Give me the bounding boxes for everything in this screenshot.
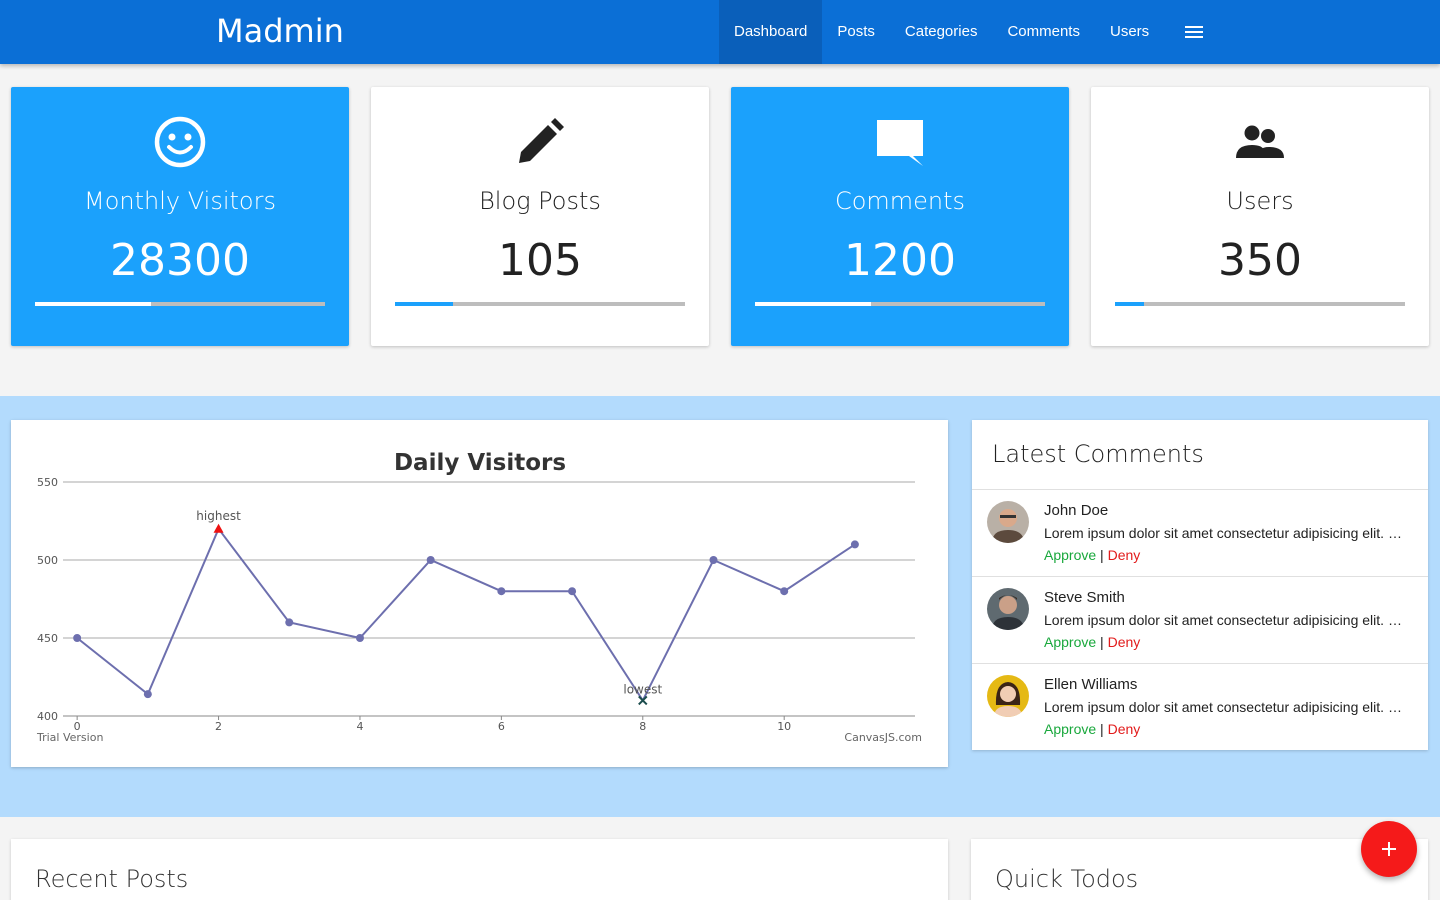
- data-point: [73, 634, 82, 642]
- stat-card-blog-posts: Blog Posts 105: [371, 87, 709, 346]
- series-line: [76, 526, 856, 703]
- stat-progress-fill: [1115, 302, 1144, 306]
- recent-posts-title: Recent Posts: [35, 865, 189, 893]
- data-point: [426, 556, 435, 564]
- comment-text: Lorem ipsum dolor sit amet consectetur a…: [1044, 525, 1404, 541]
- stat-progress-bar: [35, 302, 325, 306]
- quick-todos-card: Quick Todos: [971, 839, 1428, 900]
- x-tick-label: 2: [215, 720, 222, 733]
- comment-item: Ellen Williams Lorem ipsum dolor sit ame…: [972, 664, 1428, 751]
- top-app-bar: Madmin Dashboard Posts Categories Commen…: [0, 0, 1440, 64]
- x-tick-label: 4: [356, 720, 363, 733]
- comments-title: Latest Comments: [992, 440, 1204, 468]
- separator: |: [1100, 547, 1104, 563]
- chart-footer-right[interactable]: CanvasJS.com: [844, 731, 922, 744]
- comment-author: John Doe: [1044, 502, 1109, 519]
- quick-todos-title: Quick Todos: [995, 865, 1139, 893]
- stat-value: 28300: [110, 235, 250, 286]
- data-point: [497, 587, 506, 596]
- deny-link[interactable]: Deny: [1108, 721, 1141, 737]
- comment-actions: Approve | Deny: [1044, 721, 1140, 737]
- deny-link[interactable]: Deny: [1108, 634, 1141, 650]
- stat-value: 350: [1218, 235, 1302, 286]
- main-nav: Dashboard Posts Categories Comments User…: [719, 0, 1224, 64]
- chat-bubble-icon: [731, 115, 1069, 171]
- deny-link[interactable]: Deny: [1108, 547, 1141, 563]
- stat-title: Users: [1226, 187, 1294, 215]
- comment-author: Steve Smith: [1044, 589, 1125, 606]
- y-tick-label: 500: [37, 554, 58, 567]
- separator: |: [1100, 634, 1104, 650]
- stat-value: 1200: [844, 235, 956, 286]
- comment-item: Steve Smith Lorem ipsum dolor sit amet c…: [972, 577, 1428, 664]
- users-icon: [1091, 115, 1429, 171]
- nav-item-posts[interactable]: Posts: [822, 0, 890, 64]
- comment-item: John Doe Lorem ipsum dolor sit amet cons…: [972, 490, 1428, 577]
- stat-progress-bar: [395, 302, 685, 306]
- x-tick-label: 6: [498, 720, 505, 733]
- stat-progress-fill: [755, 302, 871, 306]
- comment-actions: Approve | Deny: [1044, 547, 1140, 563]
- stat-progress-bar: [755, 302, 1045, 306]
- chart-footer-left: Trial Version: [36, 731, 103, 744]
- comment-text: Lorem ipsum dolor sit amet consectetur a…: [1044, 699, 1404, 715]
- highest-label: highest: [196, 509, 241, 523]
- chart-title: Daily Visitors: [394, 450, 566, 476]
- avatar: [987, 588, 1029, 630]
- stat-title: Monthly Visitors: [84, 187, 276, 215]
- stat-progress-fill: [35, 302, 151, 306]
- daily-visitors-chart[interactable]: Daily Visitors 4004505005500 2 4 6 8 10 highe…: [11, 420, 948, 767]
- pencil-icon: [371, 115, 709, 171]
- lowest-marker: [638, 695, 648, 706]
- data-point: [709, 556, 718, 564]
- y-tick-label: 400: [37, 710, 58, 723]
- stat-card-users: Users 350: [1091, 87, 1429, 346]
- comment-author: Ellen Williams: [1044, 676, 1138, 693]
- chart-series-line: [76, 526, 856, 703]
- add-fab-button[interactable]: [1361, 821, 1417, 877]
- nav-item-categories[interactable]: Categories: [890, 0, 993, 64]
- data-point: [143, 690, 152, 699]
- y-tick-label: 450: [37, 632, 58, 645]
- data-point: [285, 618, 294, 627]
- stat-title: Comments: [834, 187, 966, 215]
- nav-item-dashboard[interactable]: Dashboard: [719, 0, 823, 64]
- chart-grid: [63, 481, 915, 717]
- latest-comments-card: Latest Comments John Doe Lorem ipsum dol…: [972, 420, 1428, 750]
- separator: |: [1100, 721, 1104, 737]
- stat-card-monthly-visitors: Monthly Visitors 28300: [11, 87, 349, 346]
- stat-title: Blog Posts: [479, 187, 601, 215]
- stat-value: 105: [498, 235, 582, 286]
- chart-annotations: highest lowest: [196, 509, 662, 697]
- approve-link[interactable]: Approve: [1044, 634, 1096, 650]
- smiley-icon: [11, 115, 349, 171]
- x-tick-label: 8: [639, 720, 646, 733]
- y-tick-label: 550: [37, 476, 58, 489]
- stat-progress-fill: [395, 302, 453, 306]
- approve-link[interactable]: Approve: [1044, 547, 1096, 563]
- avatar: [987, 501, 1029, 543]
- data-point: [780, 587, 789, 596]
- lowest-label: lowest: [623, 682, 662, 696]
- data-point: [568, 587, 577, 596]
- daily-visitors-chart-card: Daily Visitors 400 450 500 550 0 2 4 6 8 10 highe…: [11, 420, 948, 767]
- nav-item-users[interactable]: Users: [1095, 0, 1164, 64]
- chart-points: [73, 523, 859, 706]
- recent-posts-card: Recent Posts: [11, 839, 948, 900]
- comment-actions: Approve | Deny: [1044, 634, 1140, 650]
- data-point: [850, 540, 859, 549]
- brand-title[interactable]: Madmin: [216, 12, 344, 50]
- stat-progress-bar: [1115, 302, 1405, 306]
- hamburger-menu-icon[interactable]: [1164, 0, 1224, 64]
- approve-link[interactable]: Approve: [1044, 721, 1096, 737]
- nav-item-comments[interactable]: Comments: [992, 0, 1095, 64]
- x-tick-label: 10: [777, 720, 791, 733]
- stat-card-comments: Comments 1200: [731, 87, 1069, 346]
- data-point: [355, 634, 364, 642]
- highest-marker: [213, 523, 224, 533]
- comment-text: Lorem ipsum dolor sit amet consectetur a…: [1044, 612, 1404, 628]
- plus-icon: [1382, 842, 1396, 856]
- avatar: [987, 675, 1029, 717]
